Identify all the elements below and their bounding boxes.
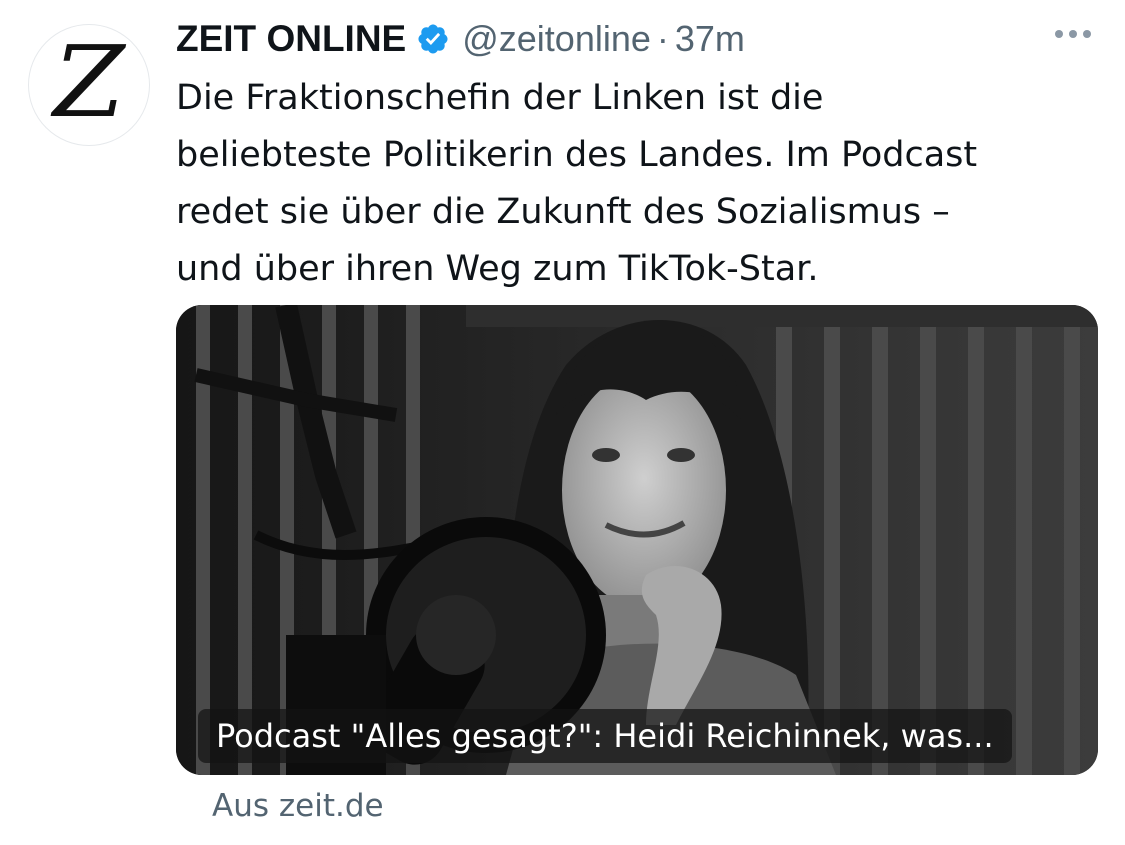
author-avatar[interactable]: Z bbox=[28, 24, 150, 146]
tweet-timestamp[interactable]: 37m bbox=[675, 18, 745, 60]
link-preview-card[interactable]: Podcast "Alles gesagt?": Heidi Reichinne… bbox=[176, 305, 1098, 775]
tweet-header: ZEIT ONLINE @zeitonline · 37m bbox=[176, 14, 745, 64]
link-source[interactable]: Aus zeit.de bbox=[212, 788, 384, 824]
tweet-text-line: Die Fraktionschefin der Linken ist die bbox=[176, 78, 824, 118]
more-dot bbox=[1069, 30, 1077, 38]
verified-badge-icon[interactable] bbox=[416, 22, 450, 56]
card-image bbox=[176, 305, 1098, 775]
card-caption: Podcast "Alles gesagt?": Heidi Reichinne… bbox=[198, 709, 1012, 763]
tweet-text: Die Fraktionschefin der Linken ist die b… bbox=[176, 70, 1086, 298]
tweet-text-line: beliebteste Politikerin des Landes. Im P… bbox=[176, 135, 978, 175]
tweet-text-line: und über ihren Weg zum TikTok-Star. bbox=[176, 249, 819, 289]
separator-dot: · bbox=[656, 18, 669, 59]
more-dot bbox=[1055, 30, 1063, 38]
more-dot bbox=[1083, 30, 1091, 38]
author-handle[interactable]: @zeitonline bbox=[462, 18, 651, 60]
more-options-icon[interactable] bbox=[1055, 30, 1091, 38]
author-name[interactable]: ZEIT ONLINE bbox=[176, 18, 406, 60]
zeit-logo: Z bbox=[53, 26, 125, 140]
tweet-text-line: redet sie über die Zukunft des Sozialism… bbox=[176, 192, 950, 232]
